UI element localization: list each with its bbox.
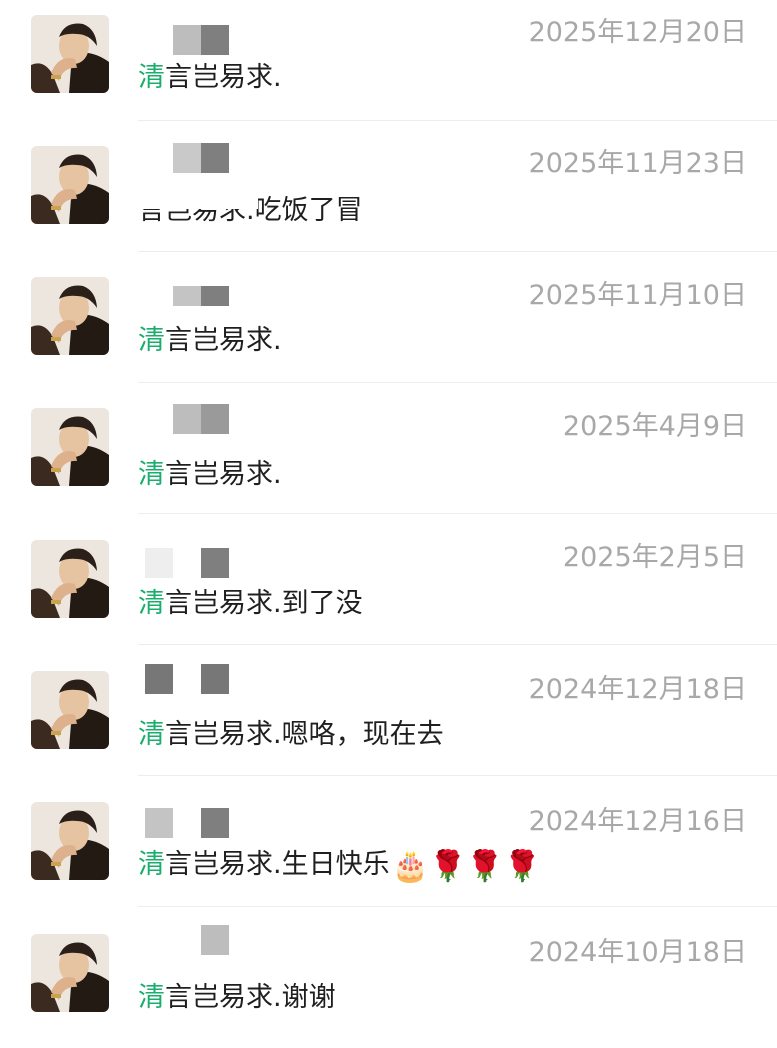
row-divider [138, 120, 777, 121]
contact-name-redacted [145, 286, 235, 320]
avatar-icon [31, 802, 109, 880]
avatar-icon [31, 671, 109, 749]
message-preview: 清言岂易求. [138, 457, 282, 493]
avatar-icon [31, 408, 109, 486]
message-prefix: 清 [138, 325, 165, 356]
message-date: 2024年10月18日 [528, 937, 747, 968]
message-text: 言岂易求. [165, 459, 282, 490]
avatar-icon [31, 15, 109, 93]
redaction-smudge [138, 191, 258, 209]
chat-row[interactable]: 2025年4月9日 清言岂易求. [0, 393, 777, 524]
message-text: 言岂易求. [165, 62, 282, 93]
message-preview: 清言岂易求.到了没 [138, 586, 363, 622]
row-divider [138, 513, 777, 514]
birthday-cake-rose-icons: 🎂🌹🌹🌹 [391, 849, 542, 884]
contact-name-redacted [145, 664, 235, 698]
message-preview: 清言岂易求.嗯咯，现在去 [138, 717, 444, 753]
message-prefix: 清 [138, 588, 165, 619]
message-date: 2025年4月9日 [562, 411, 747, 442]
message-date: 2025年11月23日 [528, 148, 747, 179]
avatar-icon [31, 146, 109, 224]
message-text: 言岂易求.生日快乐 [165, 849, 390, 880]
message-text: 言岂易求.谢谢 [165, 982, 336, 1013]
chat-row[interactable]: 2024年12月16日 清言岂易求.生日快乐🎂🌹🌹🌹 [0, 786, 777, 917]
message-preview: 清言岂易求.谢谢 [138, 980, 336, 1016]
message-date: 2025年12月20日 [528, 17, 747, 48]
contact-name-redacted [145, 404, 235, 438]
row-divider [138, 251, 777, 252]
message-text: 言岂易求.嗯咯，现在去 [165, 719, 444, 750]
message-prefix: 清 [138, 719, 165, 750]
avatar-icon [31, 277, 109, 355]
message-date: 2025年11月10日 [528, 280, 747, 311]
message-prefix: 清 [138, 982, 165, 1013]
chat-row[interactable]: 2025年2月5日 清言岂易求.到了没 [0, 524, 777, 655]
contact-name-redacted [145, 548, 235, 582]
contact-name-redacted [145, 25, 235, 59]
message-date: 2024年12月18日 [528, 674, 747, 705]
chat-row[interactable]: 2024年12月18日 清言岂易求.嗯咯，现在去 [0, 655, 777, 786]
message-preview: 清言岂易求.生日快乐🎂🌹🌹🌹 [138, 847, 541, 885]
message-prefix: 清 [138, 62, 165, 93]
message-date: 2025年2月5日 [562, 542, 747, 573]
row-divider [138, 382, 777, 383]
message-preview: 清言岂易求. [138, 60, 282, 96]
chat-history-list[interactable]: 2025年12月20日 清言岂易求. 2025年11月23日 言岂易求.吃饭了冒 [0, 0, 777, 1013]
chat-row[interactable]: 2025年11月10日 清言岂易求. [0, 262, 777, 393]
avatar-icon [31, 540, 109, 618]
avatar-icon [31, 934, 109, 1012]
message-date: 2024年12月16日 [528, 806, 747, 837]
contact-name-redacted [145, 143, 235, 177]
row-divider [138, 906, 777, 907]
contact-name-redacted [145, 925, 235, 959]
message-text: 言岂易求.到了没 [165, 588, 363, 619]
row-divider [138, 775, 777, 776]
chat-row[interactable]: 2025年12月20日 清言岂易求. [0, 0, 777, 131]
message-prefix: 清 [138, 459, 165, 490]
message-preview: 清言岂易求. [138, 323, 282, 359]
row-divider [138, 644, 777, 645]
message-text: 言岂易求. [165, 325, 282, 356]
chat-row[interactable]: 2024年10月18日 清言岂易求.谢谢 [0, 917, 777, 1048]
message-prefix: 清 [138, 849, 165, 880]
chat-row[interactable]: 2025年11月23日 言岂易求.吃饭了冒 [0, 131, 777, 262]
contact-name-redacted [145, 808, 235, 842]
